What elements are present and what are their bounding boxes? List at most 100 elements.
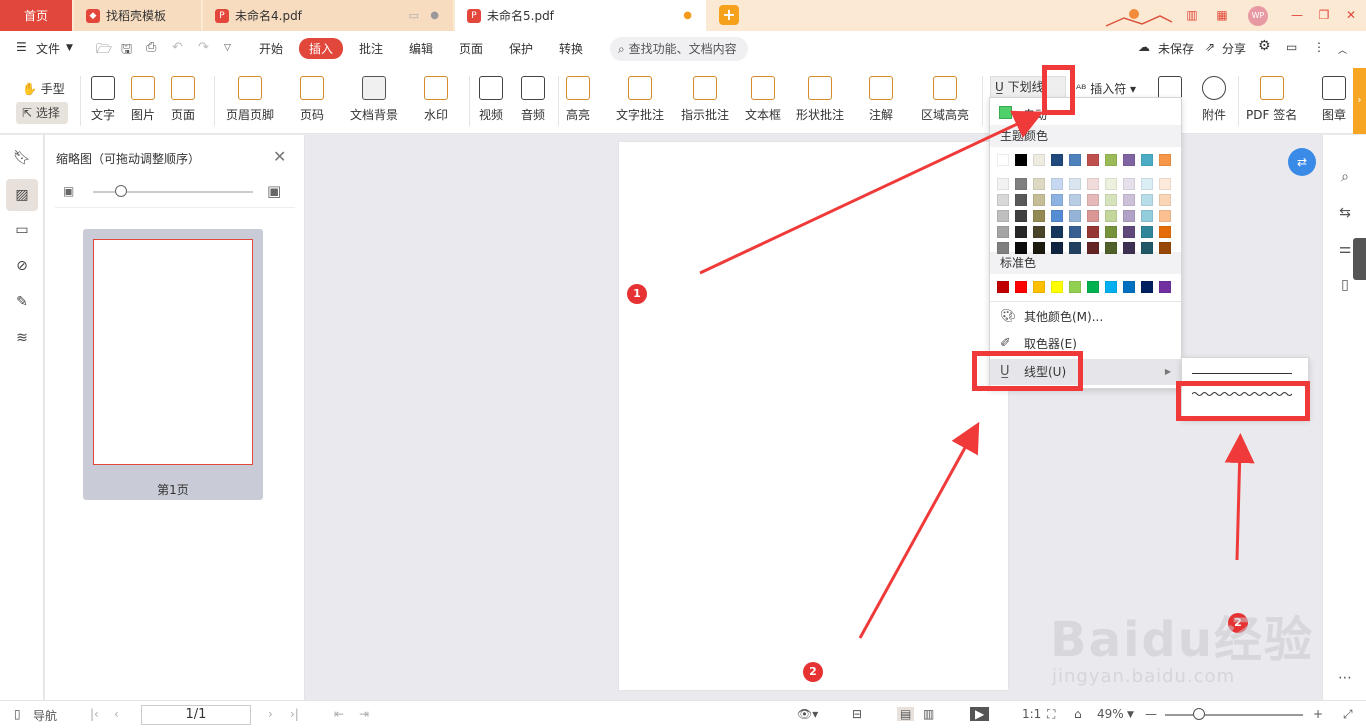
color-swatch[interactable] xyxy=(1123,226,1135,238)
chevron-down-icon[interactable]: ▼ xyxy=(1127,710,1134,720)
color-swatch[interactable] xyxy=(1051,242,1063,254)
more-icon[interactable]: ⋮ xyxy=(1313,40,1325,54)
color-swatch[interactable] xyxy=(1069,178,1081,190)
color-swatch[interactable] xyxy=(1159,226,1171,238)
zoom-out-icon[interactable]: — xyxy=(1145,707,1157,721)
color-swatch[interactable] xyxy=(1141,178,1153,190)
insert-symbol-button[interactable]: ᴬᴮ 插入符 ▾ xyxy=(1076,80,1136,97)
menu-protect[interactable]: 保护 xyxy=(509,40,533,57)
page-fit-icon[interactable]: ⊟ xyxy=(852,707,862,721)
color-swatch[interactable] xyxy=(1033,194,1045,206)
color-swatch[interactable] xyxy=(1051,281,1063,293)
pdf-page[interactable] xyxy=(619,142,1008,690)
color-swatch[interactable] xyxy=(997,178,1009,190)
ribbon-scroll-right-icon[interactable]: › xyxy=(1353,68,1366,134)
color-swatch[interactable] xyxy=(1159,281,1171,293)
textbox-button[interactable]: 文本框 xyxy=(745,76,781,123)
print-icon[interactable]: ⎙ xyxy=(146,40,156,55)
search-input[interactable]: ⌕ 查找功能、文档内容 xyxy=(610,37,748,61)
color-swatch[interactable] xyxy=(997,194,1009,206)
color-swatch[interactable] xyxy=(1033,281,1045,293)
color-swatch[interactable] xyxy=(1051,178,1063,190)
color-swatch[interactable] xyxy=(1141,242,1153,254)
color-swatch[interactable] xyxy=(1141,226,1153,238)
menu-edit[interactable]: 编辑 xyxy=(409,40,433,57)
pointer-comment-button[interactable]: 指示批注 xyxy=(681,76,729,123)
color-swatch[interactable] xyxy=(1105,154,1117,166)
menu-start[interactable]: 开始 xyxy=(259,40,283,57)
page-number-button[interactable]: 页码 xyxy=(300,76,324,123)
expand-icon[interactable]: ⤢ xyxy=(1343,707,1353,722)
color-swatch[interactable] xyxy=(1141,210,1153,222)
color-swatch[interactable] xyxy=(1105,226,1117,238)
watermark-button[interactable]: 水印 xyxy=(424,76,448,123)
color-swatch[interactable] xyxy=(1159,178,1171,190)
color-swatch[interactable] xyxy=(1141,154,1153,166)
redo-icon[interactable]: ↷ xyxy=(198,40,209,55)
menu-convert[interactable]: 转换 xyxy=(559,40,583,57)
color-swatch[interactable] xyxy=(1015,178,1027,190)
color-swatch[interactable] xyxy=(1051,154,1063,166)
page-button[interactable]: 页面 xyxy=(171,76,195,123)
thumbnail-icon[interactable]: ▨ xyxy=(6,179,38,211)
menu-page[interactable]: 页面 xyxy=(459,40,483,57)
restore-icon[interactable]: ❐ xyxy=(1315,6,1333,24)
tab-pdf5[interactable]: P 未命名5.pdf ● xyxy=(455,0,706,31)
zoom-in-icon[interactable]: + xyxy=(1313,707,1323,721)
color-swatch[interactable] xyxy=(1087,194,1099,206)
note-button[interactable]: 注解 xyxy=(869,76,893,123)
tab-dot-icon[interactable]: ● xyxy=(430,10,439,21)
color-swatch[interactable] xyxy=(1159,210,1171,222)
pdf-sign-button[interactable]: PDF 签名 xyxy=(1246,76,1297,123)
reading-icon[interactable]: ▯ xyxy=(1335,277,1355,297)
menu-insert[interactable]: 插入 xyxy=(299,38,344,59)
collapse-ribbon-icon[interactable]: ︿ xyxy=(1338,43,1347,56)
color-swatch[interactable] xyxy=(1123,194,1135,206)
play-icon[interactable]: ▶ xyxy=(970,707,990,721)
image-small-icon[interactable]: ▣ xyxy=(63,184,74,198)
page-thumbnail[interactable]: 第1页 xyxy=(83,229,263,500)
color-swatch[interactable] xyxy=(1087,281,1099,293)
color-swatch[interactable] xyxy=(997,226,1009,238)
slider-handle[interactable] xyxy=(115,185,127,197)
color-swatch[interactable] xyxy=(1015,242,1027,254)
comment-icon[interactable]: ▭ xyxy=(12,222,32,242)
color-swatch[interactable] xyxy=(997,154,1009,166)
color-swatch[interactable] xyxy=(1015,154,1027,166)
grid-icon[interactable]: ▦ xyxy=(1213,6,1231,24)
stamp-button[interactable]: 图章 xyxy=(1322,76,1346,123)
next-page-icon[interactable]: › xyxy=(268,707,273,721)
gear-icon[interactable]: ⚙ xyxy=(1258,38,1271,54)
more-colors-option[interactable]: 🎨︎ 其他颜色(M)... xyxy=(990,304,1181,330)
fit-page-icon[interactable]: ⛶ xyxy=(1047,707,1055,722)
color-swatch[interactable] xyxy=(1087,210,1099,222)
color-swatch[interactable] xyxy=(1015,226,1027,238)
color-swatch[interactable] xyxy=(1015,210,1027,222)
zoom-slider[interactable] xyxy=(1165,714,1303,716)
unsaved-dot-icon[interactable]: ● xyxy=(683,10,692,21)
color-swatch[interactable] xyxy=(1159,194,1171,206)
zoom-slider-handle[interactable] xyxy=(1193,708,1205,720)
color-swatch[interactable] xyxy=(997,242,1009,254)
color-swatch[interactable] xyxy=(1105,210,1117,222)
signature-icon[interactable]: ✎ xyxy=(12,294,32,314)
color-swatch[interactable] xyxy=(1141,281,1153,293)
chat-icon[interactable]: ▭ xyxy=(1286,40,1297,54)
color-swatch[interactable] xyxy=(1159,242,1171,254)
color-swatch[interactable] xyxy=(997,210,1009,222)
double-page-icon[interactable]: ▥ xyxy=(923,707,934,721)
nav-panel-icon[interactable]: ▯ xyxy=(14,707,21,721)
solid-line-option[interactable] xyxy=(1192,373,1292,374)
text-button[interactable]: 文字 xyxy=(91,76,115,123)
save-icon[interactable]: 🖫 xyxy=(121,40,132,62)
translate-icon[interactable]: ⇆ xyxy=(1335,205,1355,225)
back-icon[interactable]: ⇤ xyxy=(334,707,344,721)
area-highlight-button[interactable]: 区域高亮 xyxy=(921,76,969,123)
color-swatch[interactable] xyxy=(1087,242,1099,254)
unsaved-label[interactable]: 未保存 xyxy=(1158,40,1194,57)
select-tool[interactable]: ⇱ 选择 xyxy=(16,102,68,124)
tab-home[interactable]: 首页 xyxy=(0,0,72,31)
attachment-icon[interactable]: ⊘ xyxy=(12,258,32,278)
color-swatch[interactable] xyxy=(1105,194,1117,206)
color-swatch[interactable] xyxy=(1069,242,1081,254)
